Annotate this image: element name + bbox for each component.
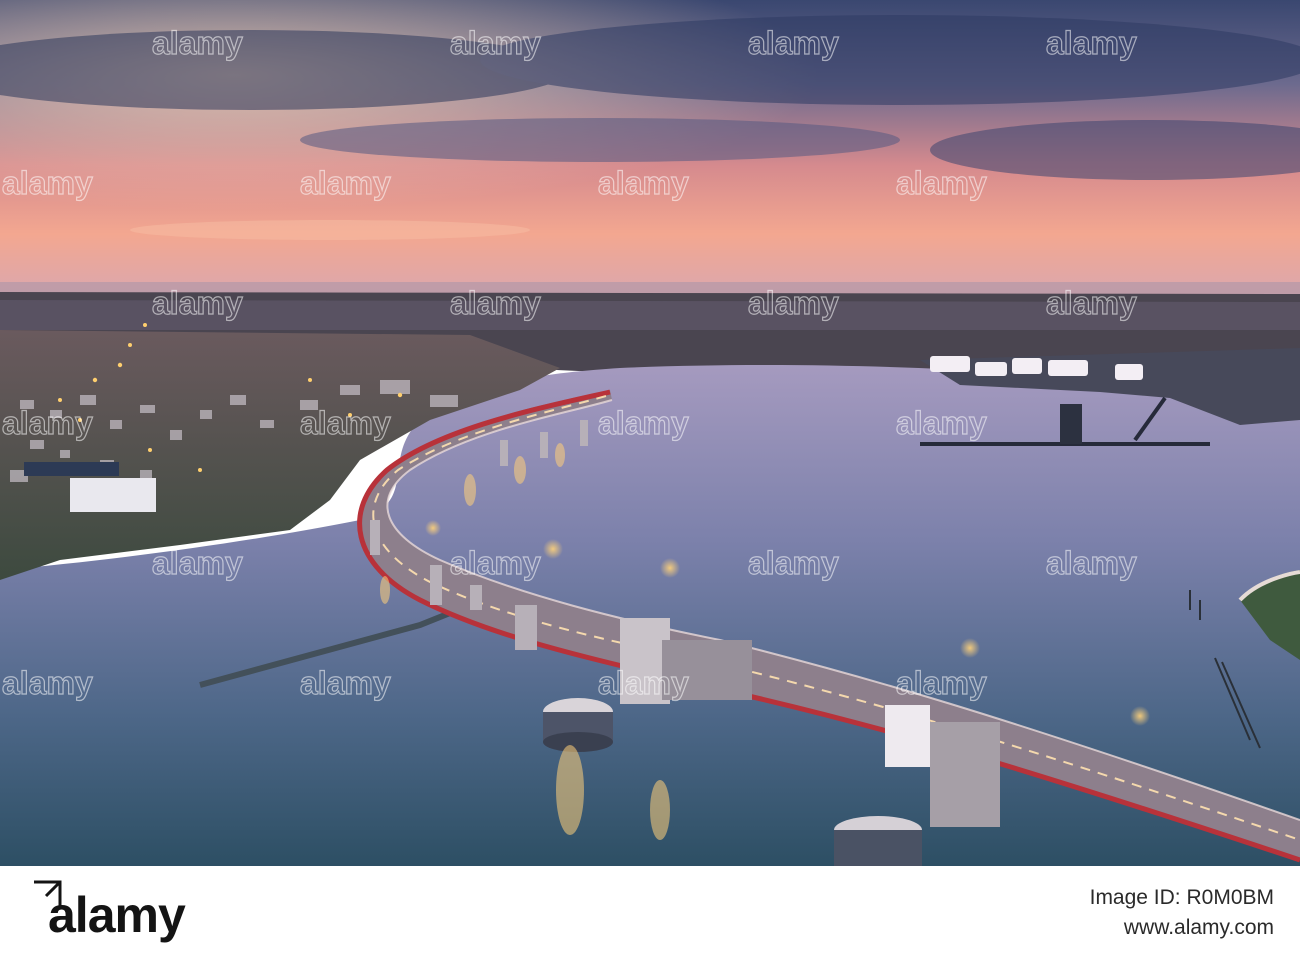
aerial-bridge-photo xyxy=(0,0,1300,866)
stock-photo-page: alamy alamy alamy alamy alamy alamy alamy alamy… xyxy=(0,0,1300,956)
site-url-label[interactable]: www.alamy.com xyxy=(1124,916,1274,940)
brand-logo[interactable]: alamy xyxy=(48,886,186,944)
stock-footer-bar: alamy Image ID: R0M0BM www.alamy.com xyxy=(0,866,1300,956)
image-id-label: Image ID: R0M0BM xyxy=(1089,886,1274,909)
warehouse xyxy=(70,478,156,512)
